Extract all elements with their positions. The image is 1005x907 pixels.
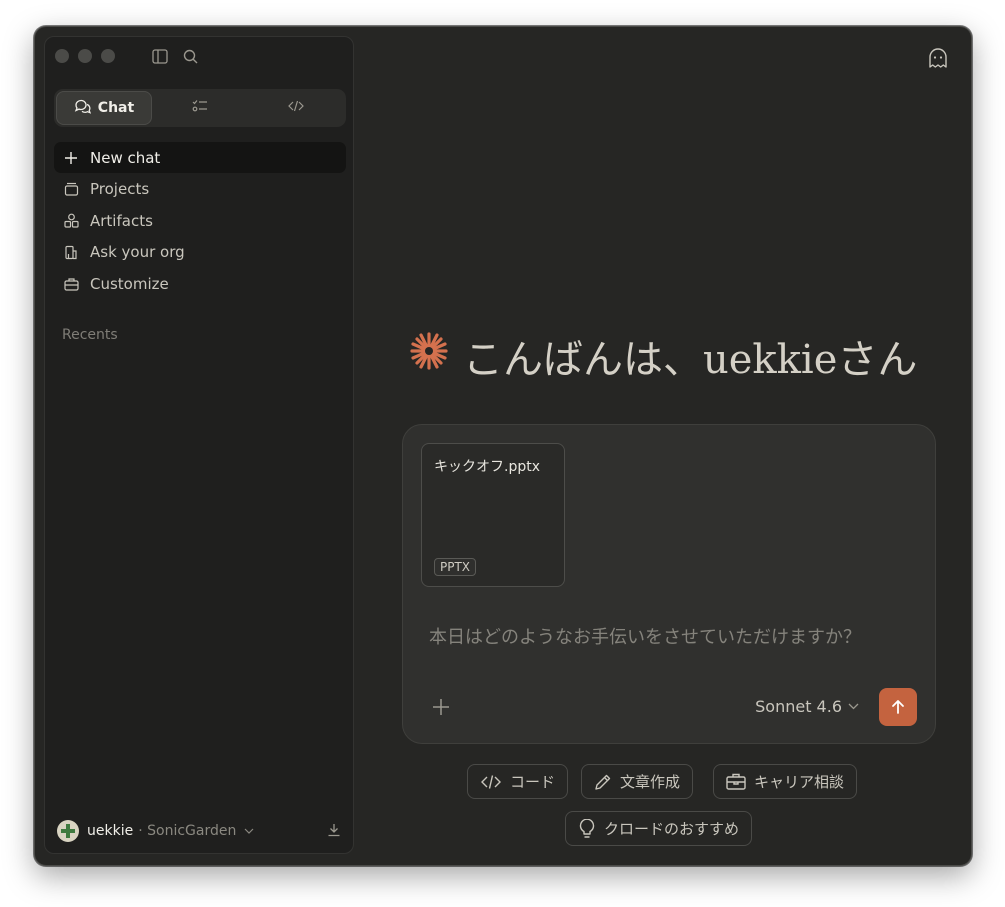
- model-label: Sonnet 4.6: [755, 697, 842, 716]
- recents-heading: Recents: [62, 327, 118, 343]
- chat-bubbles-icon: [74, 98, 91, 118]
- claude-logo-icon: [409, 331, 449, 381]
- sidebar-item-label: Customize: [90, 274, 169, 293]
- tab-code[interactable]: [248, 91, 344, 125]
- sidebar-item-ask-your-org[interactable]: Ask your org: [54, 237, 346, 268]
- close-window-button[interactable]: [55, 49, 69, 63]
- tasks-icon: [192, 99, 208, 117]
- add-attachment-button[interactable]: [431, 697, 453, 719]
- sidebar-item-label: Ask your org: [90, 243, 185, 261]
- app-window: Chat New chat Projects Artifacts Ask you…: [34, 26, 972, 866]
- prompt-input[interactable]: 本日はどのようなお手伝いをさせていただけますか？: [429, 623, 861, 649]
- chip-writing[interactable]: 文章作成: [581, 764, 694, 799]
- incognito-ghost-icon[interactable]: [927, 47, 949, 69]
- chip-label: 文章作成: [620, 773, 681, 791]
- tab-chat[interactable]: Chat: [56, 91, 152, 125]
- chip-code[interactable]: コード: [467, 764, 569, 799]
- window-controls: [55, 49, 115, 63]
- sidebar-item-label: Artifacts: [90, 211, 153, 230]
- building-icon: [63, 244, 79, 260]
- chevron-down-icon: [244, 828, 254, 834]
- folder-icon: [63, 181, 79, 197]
- send-button[interactable]: [879, 688, 917, 726]
- mode-switcher: Chat: [54, 89, 346, 127]
- briefcase-icon: [726, 773, 746, 790]
- shapes-icon: [63, 213, 79, 229]
- search-icon[interactable]: [181, 47, 199, 65]
- tab-tasks[interactable]: [152, 91, 248, 125]
- chip-claude-picks[interactable]: クロードのおすすめ: [565, 811, 753, 846]
- attachment-card[interactable]: キックオフ.pptx PPTX: [421, 443, 565, 587]
- account-name: uekkie: [87, 823, 134, 839]
- sidebar-item-label: Projects: [90, 180, 150, 198]
- chevron-down-icon: [848, 703, 859, 710]
- sidebar-item-label: New chat: [90, 148, 161, 167]
- tab-chat-label: Chat: [97, 100, 135, 116]
- chat-composer: キックオフ.pptx PPTX 本日はどのようなお手伝いをさせていただけますか？…: [402, 424, 936, 744]
- sidebar-nav: New chat Projects Artifacts Ask your org…: [54, 142, 346, 300]
- attachment-name: キックオフ.pptx: [434, 459, 540, 475]
- code-icon: [480, 774, 502, 790]
- sidebar-item-artifacts[interactable]: Artifacts: [54, 205, 346, 236]
- sidebar-item-projects[interactable]: Projects: [54, 174, 346, 205]
- greeting: こんばんは、uekkieさん: [409, 327, 917, 385]
- minimize-window-button[interactable]: [78, 49, 92, 63]
- briefcase-icon: [63, 276, 79, 292]
- sidebar-item-customize[interactable]: Customize: [54, 268, 346, 299]
- account-org: · SonicGarden: [138, 823, 237, 839]
- chip-label: キャリア相談: [754, 773, 845, 791]
- code-icon: [288, 100, 304, 116]
- plus-icon: [63, 150, 79, 166]
- chip-label: クロードのおすすめ: [604, 820, 740, 838]
- chip-label: コード: [510, 773, 556, 791]
- avatar: [57, 820, 79, 842]
- download-icon[interactable]: [327, 822, 341, 841]
- sidebar: Chat New chat Projects Artifacts Ask you…: [44, 36, 354, 854]
- model-selector[interactable]: Sonnet 4.6: [755, 697, 859, 716]
- greeting-text: こんばんは、uekkieさん: [463, 337, 918, 383]
- pencil-icon: [594, 773, 612, 791]
- lightbulb-icon: [578, 818, 596, 839]
- arrow-up-icon: [890, 699, 906, 715]
- sidebar-item-new-chat[interactable]: New chat: [54, 142, 346, 173]
- attachment-type-badge: PPTX: [434, 558, 477, 576]
- sidebar-toggle-icon[interactable]: [151, 47, 169, 65]
- account-menu[interactable]: uekkie · SonicGarden: [57, 819, 341, 843]
- chip-career[interactable]: キャリア相談: [713, 764, 858, 799]
- zoom-window-button[interactable]: [101, 49, 115, 63]
